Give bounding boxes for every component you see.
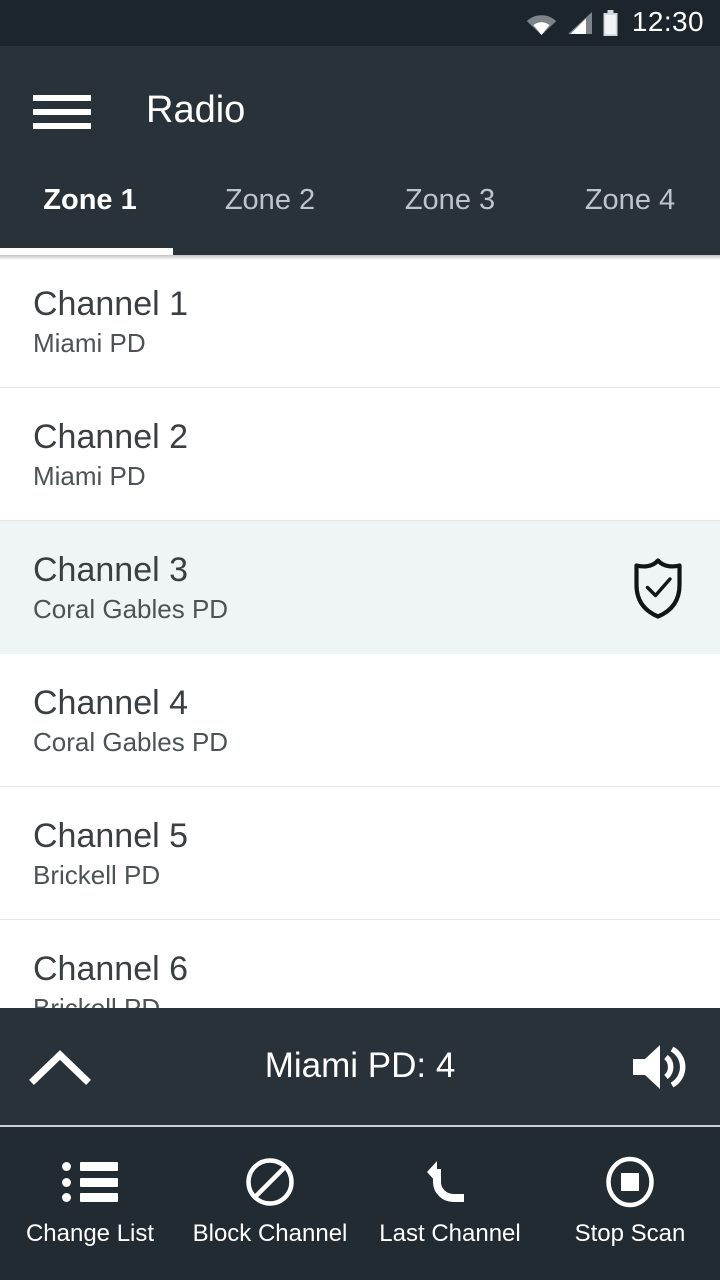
- undo-arrow-icon: [424, 1156, 476, 1208]
- channel-text-block: Channel 6 Brickell PD: [33, 949, 687, 1008]
- channel-title: Channel 1: [33, 284, 189, 323]
- page-title: Radio: [146, 89, 246, 131]
- channel-list-item[interactable]: Channel 1 Miami PD: [0, 255, 720, 388]
- tab-zone-2[interactable]: Zone 2: [180, 178, 360, 255]
- channel-title: Channel 4: [33, 683, 189, 722]
- volume-button[interactable]: [600, 1008, 720, 1125]
- tab-zone-2-label: Zone 2: [224, 184, 316, 216]
- bottom-action-bar: Change List Block Channel Last Channel S…: [0, 1125, 720, 1280]
- channel-text-block: Channel 4 Coral Gables PD: [33, 683, 687, 758]
- expand-player-button[interactable]: [0, 1008, 120, 1125]
- wifi-icon: [526, 15, 557, 35]
- channel-subtitle: Coral Gables PD: [33, 727, 229, 758]
- channel-subtitle: Miami PD: [33, 461, 146, 492]
- stop-circle-icon: [605, 1156, 655, 1208]
- cellular-signal-icon: [567, 12, 592, 34]
- volume-up-icon: [633, 1044, 686, 1089]
- status-bar-clock: 12:30: [631, 6, 704, 37]
- channel-subtitle: Coral Gables PD: [33, 594, 229, 625]
- tab-zone-1-label: Zone 1: [43, 184, 137, 216]
- channel-list-item[interactable]: Channel 5 Brickell PD: [0, 787, 720, 920]
- tab-zone-4-label: Zone 4: [584, 184, 676, 216]
- channel-badge: [629, 557, 687, 619]
- now-playing-bar[interactable]: Miami PD: 4: [0, 1008, 720, 1125]
- channel-subtitle: Miami PD: [33, 328, 146, 359]
- block-circle-slash-icon: [245, 1156, 295, 1208]
- bulleted-list-icon: [62, 1156, 118, 1208]
- hamburger-menu-icon[interactable]: [33, 95, 91, 129]
- last-channel-button[interactable]: Last Channel: [360, 1127, 540, 1280]
- channel-list-item[interactable]: Channel 2 Miami PD: [0, 388, 720, 521]
- channel-text-block: Channel 3 Coral Gables PD: [33, 550, 629, 625]
- block-channel-label: Block Channel: [192, 1220, 348, 1247]
- active-tab-indicator: [0, 248, 173, 255]
- status-bar: 12:30: [0, 0, 720, 46]
- channel-text-block: Channel 1 Miami PD: [33, 284, 687, 359]
- radio-app-screen: 12:30 Radio Zone 1 Zone 2 Zone 3 Zone 4: [0, 0, 720, 1280]
- channel-subtitle: Brickell PD: [33, 994, 687, 1008]
- channel-list-item-selected[interactable]: Channel 3 Coral Gables PD: [0, 521, 720, 654]
- channel-list-item[interactable]: Channel 6 Brickell PD: [0, 920, 720, 1008]
- change-list-label: Change List: [25, 1220, 155, 1247]
- channel-list[interactable]: Channel 1 Miami PD Channel 2 Miami PD Ch…: [0, 255, 720, 1008]
- channel-text-block: Channel 5 Brickell PD: [33, 816, 687, 891]
- channel-list-item[interactable]: Channel 4 Coral Gables PD: [0, 654, 720, 787]
- channel-title: Channel 5: [33, 816, 189, 855]
- tab-zone-1[interactable]: Zone 1: [0, 178, 180, 255]
- battery-icon: [603, 10, 618, 36]
- stop-scan-label: Stop Scan: [574, 1220, 686, 1247]
- app-header: Radio Zone 1 Zone 2 Zone 3 Zone 4: [0, 46, 720, 255]
- channel-title: Channel 6: [33, 949, 189, 988]
- change-list-button[interactable]: Change List: [0, 1127, 180, 1280]
- status-bar-icons: [526, 10, 619, 36]
- channel-title: Channel 3: [33, 550, 189, 589]
- tab-zone-4[interactable]: Zone 4: [540, 178, 720, 255]
- now-playing-label: Miami PD: 4: [264, 1046, 456, 1085]
- app-bar: Radio: [0, 46, 720, 178]
- tab-zone-3[interactable]: Zone 3: [360, 178, 540, 255]
- channel-subtitle: Brickell PD: [33, 860, 161, 891]
- stop-scan-button[interactable]: Stop Scan: [540, 1127, 720, 1280]
- shield-check-icon: [634, 557, 682, 619]
- channel-title: Channel 2: [33, 417, 189, 456]
- channel-text-block: Channel 2 Miami PD: [33, 417, 687, 492]
- block-channel-button[interactable]: Block Channel: [180, 1127, 360, 1280]
- chevron-up-icon: [29, 1049, 91, 1085]
- last-channel-label: Last Channel: [379, 1220, 521, 1247]
- tab-zone-3-label: Zone 3: [404, 184, 496, 216]
- zone-tab-bar: Zone 1 Zone 2 Zone 3 Zone 4: [0, 178, 720, 255]
